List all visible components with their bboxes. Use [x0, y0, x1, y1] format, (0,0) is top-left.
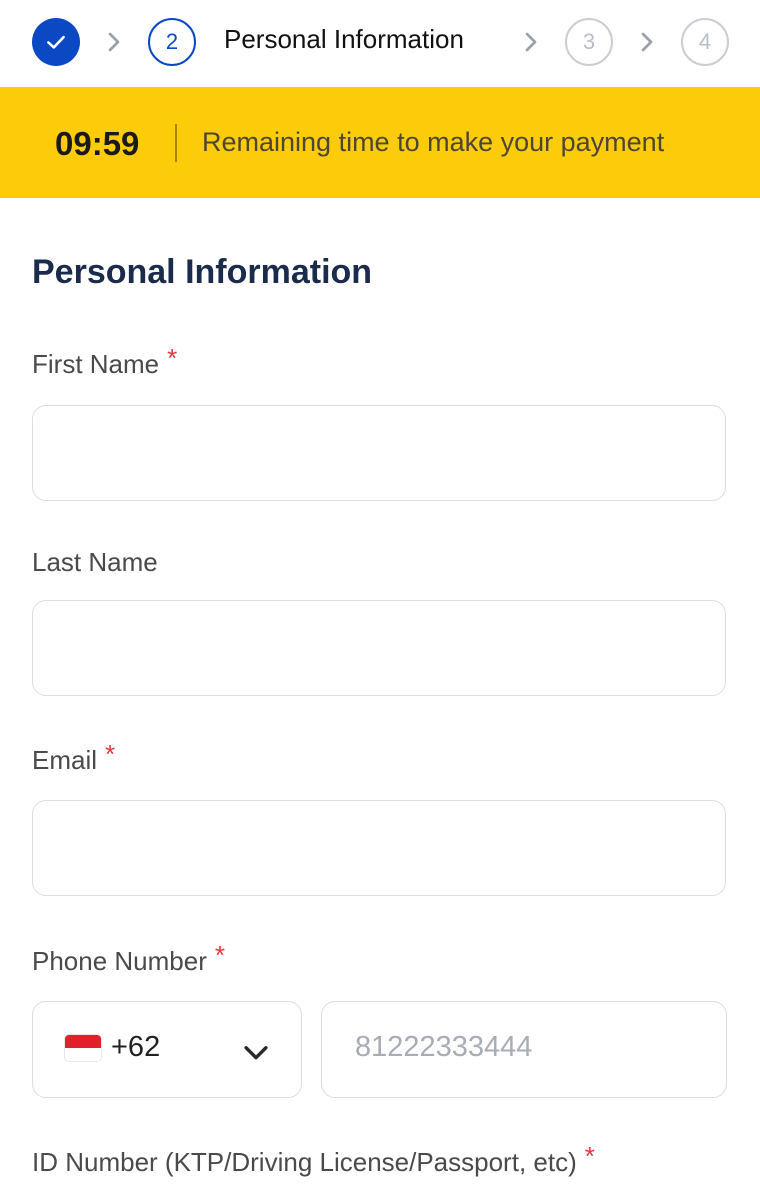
first-name-label: First Name * [32, 343, 178, 379]
chevron-right-icon [108, 32, 120, 52]
divider [175, 124, 177, 162]
email-input[interactable] [32, 800, 726, 896]
required-marker: * [584, 1141, 595, 1171]
country-code-value: +62 [111, 1031, 161, 1063]
chevron-down-icon [244, 1046, 268, 1060]
required-marker: * [214, 940, 226, 970]
countdown-timer: 09:59 [55, 125, 140, 162]
first-name-input[interactable] [32, 405, 726, 501]
chevron-right-icon [525, 32, 537, 52]
required-marker: * [105, 739, 116, 769]
step-number: 4 [698, 29, 712, 54]
check-icon [47, 35, 65, 49]
step-3[interactable]: 3 [565, 18, 613, 66]
last-name-label: Last Name [32, 547, 158, 577]
phone-number-input[interactable]: 81222333444 [321, 1001, 727, 1098]
country-code-select[interactable]: +62 [32, 1001, 302, 1098]
step-number: 3 [582, 29, 596, 54]
step-title: Personal Information [224, 24, 464, 54]
last-name-input[interactable] [32, 600, 726, 696]
step-2-active[interactable]: 2 [148, 18, 196, 66]
required-marker: * [167, 343, 178, 373]
email-label: Email * [32, 739, 116, 775]
phone-number-label: Phone Number * [32, 940, 226, 976]
indonesia-flag-icon [65, 1035, 101, 1061]
chevron-right-icon [641, 32, 653, 52]
phone-placeholder: 81222333444 [355, 1031, 533, 1063]
step-4[interactable]: 4 [681, 18, 729, 66]
id-number-label: ID Number (KTP/Driving License/Passport,… [32, 1141, 595, 1177]
step-1-completed[interactable] [32, 18, 80, 66]
progress-stepper: 2 Personal Information 3 4 [0, 0, 760, 86]
step-number: 2 [165, 29, 179, 54]
payment-timer-banner: 09:59 Remaining time to make your paymen… [0, 87, 760, 198]
timer-label: Remaining time to make your payment [202, 127, 665, 157]
section-title: Personal Information [32, 253, 373, 291]
